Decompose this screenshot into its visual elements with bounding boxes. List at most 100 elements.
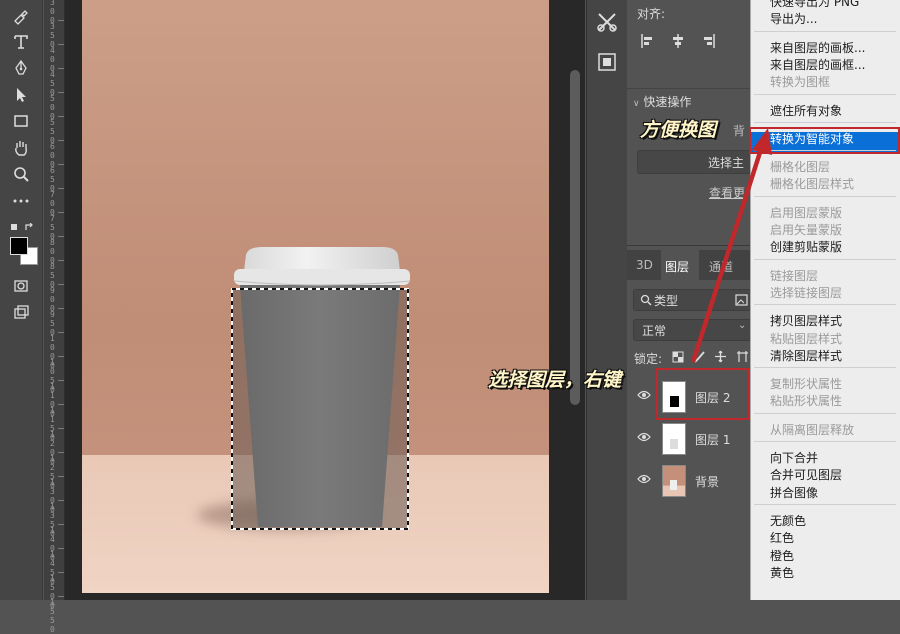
tab-3d[interactable]: 3D [636, 258, 653, 272]
menu-item[interactable]: 黄色 [770, 564, 794, 581]
menu-item: 选择链接图层 [770, 285, 843, 300]
menu-item[interactable]: 创建剪贴蒙版 [770, 238, 842, 255]
lock-transparent-icon[interactable] [672, 351, 684, 363]
more-icon[interactable] [9, 190, 33, 212]
lock-label: 锁定: [634, 352, 663, 366]
annotation-convert-note: 方便换图 [640, 119, 717, 141]
libraries-icon[interactable] [595, 50, 619, 74]
panel-icon-column [586, 0, 628, 600]
document-canvas[interactable] [82, 0, 549, 593]
pen-icon[interactable] [9, 57, 33, 79]
ruler-tick [58, 68, 64, 69]
layer-thumbnail [662, 465, 686, 497]
chevron-down-icon: ⌄ [738, 320, 747, 331]
quick-actions-header[interactable]: ∨ 快速操作 [633, 93, 691, 110]
screen-mode-icon[interactable] [9, 301, 33, 323]
healing-brush-icon[interactable] [9, 5, 33, 27]
menu-separator [754, 412, 896, 414]
menu-item[interactable]: 来自图层的画框... [770, 56, 865, 73]
chevron-down-icon: ⌄ [710, 290, 719, 301]
menu-separator [754, 30, 896, 32]
menu-item: 启用图层蒙版 [770, 205, 843, 220]
layers-tab-bar: 3D 图层 通道 [627, 250, 750, 280]
menu-item[interactable]: 橙色 [770, 547, 794, 564]
menu-item[interactable]: 快速导出为 PNG [770, 0, 859, 10]
lock-paint-brush-icon[interactable] [693, 350, 706, 363]
blend-mode-dropdown[interactable]: 正常 ⌄ [633, 319, 751, 341]
tools-panel [0, 0, 43, 600]
menu-separator [754, 503, 896, 505]
menu-item[interactable]: 拷贝图层样式 [770, 312, 842, 329]
type-icon[interactable] [9, 31, 33, 53]
visibility-eye-icon[interactable] [637, 390, 651, 400]
layer-name: 图层 1 [695, 433, 731, 447]
ruler-tick [58, 116, 64, 117]
ruler-tick [58, 548, 64, 549]
select-subject-button[interactable]: 选择主 [637, 150, 751, 174]
menu-item: 链接图层 [770, 268, 819, 283]
divider [627, 88, 750, 89]
ruler-tick [58, 20, 64, 21]
menu-item[interactable]: 无颜色 [770, 512, 806, 529]
menu-item[interactable]: 红色 [770, 529, 794, 546]
ruler-tick [58, 140, 64, 141]
align-center-icon[interactable] [670, 33, 686, 49]
menu-item: 栅格化图层样式 [770, 177, 855, 192]
visibility-eye-icon[interactable] [637, 432, 651, 442]
align-label: 对齐: [637, 7, 666, 21]
ruler-tick [58, 212, 64, 213]
menu-item: 启用矢量蒙版 [770, 223, 843, 237]
menu-item[interactable]: 导出为... [770, 10, 817, 27]
menu-separator [754, 304, 896, 306]
menu-item[interactable]: 清除图层样式 [770, 347, 842, 364]
ruler-tick [58, 92, 64, 93]
align-left-icon[interactable] [640, 33, 656, 49]
ruler-label: 1550 [50, 598, 55, 634]
ruler-tick [58, 476, 64, 477]
menu-item[interactable]: 合并可见图层 [770, 466, 842, 483]
align-right-icon[interactable] [700, 33, 716, 49]
hand-icon[interactable] [9, 137, 33, 159]
rectangle-icon[interactable] [9, 110, 33, 132]
menu-separator [754, 195, 896, 197]
ruler-tick [58, 404, 64, 405]
lock-artboard-icon[interactable] [736, 350, 749, 363]
menu-item[interactable]: 遮住所有对象 [770, 102, 842, 119]
tools-preset-icon[interactable] [595, 10, 619, 34]
canvas-scrollbar[interactable] [570, 70, 580, 405]
layer-thumbnail [662, 423, 686, 455]
menu-item[interactable]: 拼合图像 [770, 484, 818, 501]
layer-row-background[interactable]: 背景 [627, 459, 750, 501]
coffee-cup-image [231, 247, 411, 530]
menu-item: 栅格化图层 [770, 160, 831, 175]
ruler-tick [58, 44, 64, 45]
annotation-select-note: 选择图层，右键 [488, 369, 622, 391]
ruler-tick [58, 236, 64, 237]
visibility-eye-icon[interactable] [637, 474, 651, 484]
blend-mode-value: 正常 [642, 324, 667, 338]
layer-row-layer1[interactable]: 图层 1 [627, 417, 750, 459]
menu-separator [754, 367, 896, 369]
zoom-icon[interactable] [9, 163, 33, 185]
ruler-tick [58, 452, 64, 453]
ruler-tick [58, 164, 64, 165]
menu-item: 转换为图框 [770, 75, 831, 90]
foreground-color-swatch[interactable] [10, 237, 28, 255]
color-swatches[interactable] [10, 223, 40, 267]
path-select-icon[interactable] [9, 84, 33, 106]
layer2-highlight-box [656, 368, 750, 420]
tab-channels[interactable]: 通道 [709, 258, 733, 275]
image-filter-icon[interactable] [735, 294, 748, 306]
ruler-tick [58, 284, 64, 285]
swap-colors-icon[interactable] [10, 223, 38, 233]
view-more-link[interactable]: 查看更 [709, 184, 745, 201]
tab-layers[interactable]: 图层 [661, 250, 699, 280]
lock-position-icon[interactable] [714, 350, 727, 363]
ruler-tick [58, 356, 64, 357]
quick-mask-icon[interactable] [9, 275, 33, 297]
menu-separator [754, 121, 896, 123]
filter-kind-label: 类型 [654, 294, 679, 308]
menu-item[interactable]: 向下合并 [770, 449, 818, 466]
layer-filter-dropdown[interactable]: 类型 ⌄ [633, 289, 751, 311]
menu-item[interactable]: 来自图层的画板... [770, 39, 865, 56]
